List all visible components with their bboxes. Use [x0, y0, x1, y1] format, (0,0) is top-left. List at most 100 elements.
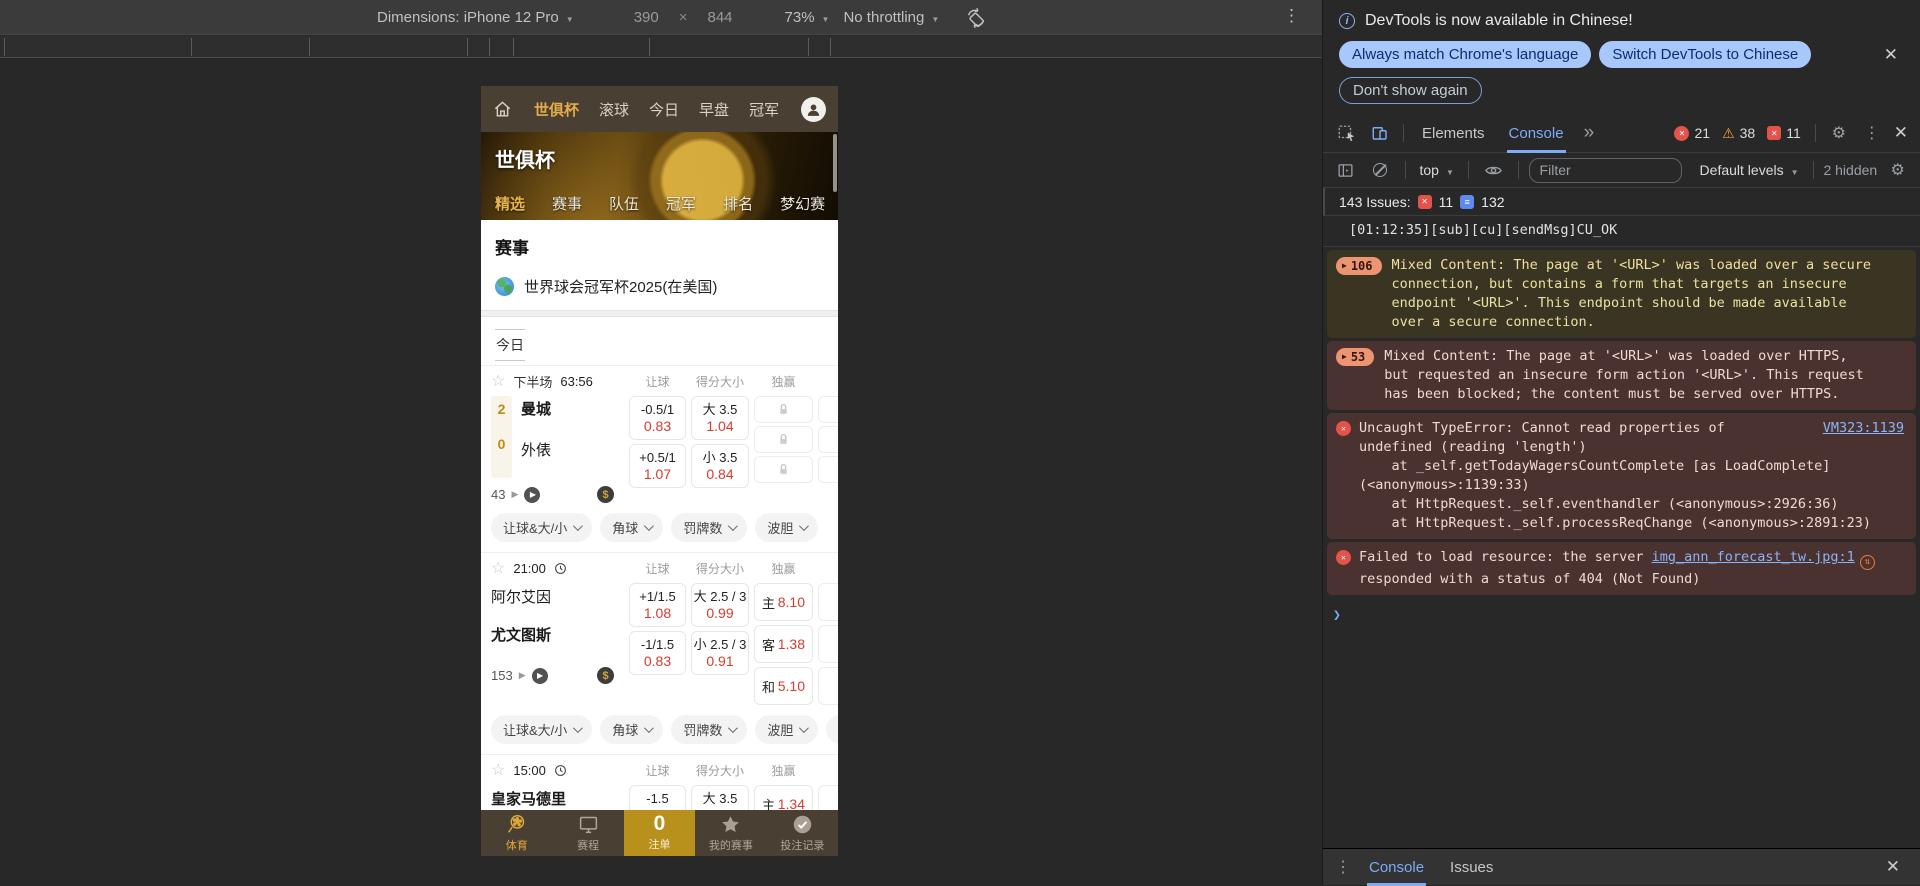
market-dropdown[interactable]: 罚牌数 — [671, 715, 747, 744]
nav-sports[interactable]: 体育 — [481, 810, 552, 856]
banner-tab-champion[interactable]: 冠军 — [666, 193, 696, 214]
issues-counter[interactable]: 11 — [1767, 125, 1801, 141]
market-dropdown[interactable]: 进球球员 — [826, 715, 838, 744]
device-selector[interactable]: Dimensions: iPhone 12 Pro — [377, 9, 574, 26]
close-devtools-icon[interactable] — [1894, 123, 1908, 143]
switch-language-button[interactable]: Switch DevTools to Chinese — [1599, 41, 1811, 68]
odds-over[interactable]: 大 2.5 / 3 0.99 — [691, 583, 749, 627]
cash-out-icon[interactable] — [597, 486, 614, 503]
zoom-selector[interactable]: 73% — [785, 9, 830, 26]
more-tabs-icon[interactable] — [1578, 122, 1599, 144]
home-team[interactable]: 皇家马德里 — [491, 785, 624, 810]
nav-schedule[interactable]: 赛程 — [552, 810, 623, 856]
clear-console-icon[interactable] — [1366, 156, 1395, 184]
favorite-star-icon[interactable] — [491, 558, 505, 578]
site-tab-early[interactable]: 早盘 — [699, 99, 729, 120]
account-avatar-icon[interactable] — [801, 97, 826, 122]
hidden-messages-count[interactable]: 2 hidden — [1823, 162, 1877, 178]
cash-out-icon[interactable] — [597, 667, 614, 684]
away-team[interactable]: 尤文图斯 — [491, 621, 624, 659]
day-tab-today[interactable]: 今日 — [495, 329, 525, 361]
more-options-icon[interactable] — [1283, 6, 1299, 26]
devtools-menu-icon[interactable] — [1858, 123, 1886, 143]
viewport-scrollbar[interactable] — [833, 134, 837, 192]
market-dropdown[interactable]: 让球&大/小 — [491, 715, 592, 744]
favorite-star-icon[interactable] — [491, 371, 505, 391]
error-counter[interactable]: 21 — [1674, 125, 1710, 141]
live-stream-icon[interactable] — [532, 668, 548, 684]
issues-bar[interactable]: 143 Issues: 11 132 — [1323, 188, 1920, 216]
market-dropdown[interactable]: 罚牌数 — [671, 513, 747, 542]
rotate-icon[interactable] — [965, 7, 987, 29]
market-dropdown[interactable]: 让球&大/小 — [491, 513, 592, 542]
odds-away-win[interactable]: 客 1.38 — [754, 625, 813, 663]
favorite-star-icon[interactable] — [491, 760, 505, 780]
tab-elements[interactable]: Elements — [1412, 114, 1495, 153]
odds-under[interactable]: 小 2.5 / 3 0.91 — [691, 631, 749, 675]
nav-my-matches[interactable]: 我的赛事 — [695, 810, 766, 856]
odds-handicap-home[interactable]: -0.5/1 0.83 — [629, 396, 686, 440]
dont-show-again-button[interactable]: Don't show again — [1339, 77, 1482, 104]
banner-tab-fantasy[interactable]: 梦幻赛 — [780, 193, 825, 214]
odds-home-win[interactable]: 主 1.34 — [754, 785, 813, 810]
site-tab-today[interactable]: 今日 — [649, 99, 679, 120]
expand-count-badge[interactable]: 53 — [1336, 348, 1374, 366]
odds-handicap-home[interactable]: -1.5 0.92 — [629, 785, 686, 810]
console-settings-gear-icon[interactable] — [1883, 156, 1912, 184]
expand-count-badge[interactable]: 106 — [1336, 257, 1382, 275]
resource-link[interactable]: img_ann_forecast_tw.jpg:1 — [1652, 549, 1855, 565]
close-drawer-icon[interactable] — [1886, 857, 1900, 877]
more-markets-count[interactable]: 43 — [491, 487, 505, 502]
odds-handicap-home[interactable]: +1/1.5 1.08 — [629, 583, 686, 627]
initiator-icon[interactable] — [1860, 555, 1875, 570]
console-filter-input[interactable] — [1529, 158, 1682, 183]
market-dropdown[interactable]: 波胆 — [755, 513, 818, 542]
device-toolbar-toggle-icon[interactable] — [1365, 119, 1395, 147]
source-location-link[interactable]: VM323:1139 — [1823, 419, 1904, 438]
more-markets-count[interactable]: 153 — [491, 668, 513, 683]
home-team[interactable]: 阿尔艾因 — [491, 583, 624, 621]
drawer-menu-icon[interactable] — [1333, 857, 1353, 877]
drawer-tab-issues[interactable]: Issues — [1440, 849, 1503, 886]
banner-tab-matches[interactable]: 赛事 — [552, 193, 582, 214]
settings-gear-icon[interactable] — [1824, 119, 1854, 147]
odds-handicap-away[interactable]: -1/1.5 0.83 — [629, 631, 686, 675]
throttling-selector[interactable]: No throttling — [843, 9, 939, 26]
odds-home-win[interactable]: 主 8.10 — [754, 583, 813, 621]
inspect-element-icon[interactable] — [1331, 119, 1361, 147]
match-language-button[interactable]: Always match Chrome's language — [1339, 41, 1591, 68]
live-expression-eye-icon[interactable] — [1479, 156, 1508, 184]
odds-under[interactable]: 小 3.5 0.84 — [691, 444, 749, 488]
viewport-width-field[interactable]: 390 — [628, 7, 665, 28]
tab-console[interactable]: Console — [1499, 114, 1574, 153]
viewport-height-field[interactable]: 844 — [701, 7, 738, 28]
site-tab-champion[interactable]: 冠军 — [749, 99, 779, 120]
market-dropdown[interactable]: 角球 — [600, 513, 663, 542]
col-header-moneyline: 独赢 — [754, 762, 813, 779]
odds-over[interactable]: 大 3.5 1.04 — [691, 396, 749, 440]
market-dropdown[interactable]: 角球 — [600, 715, 663, 744]
log-levels-selector[interactable]: Default levels — [1696, 162, 1803, 178]
console-prompt[interactable] — [1323, 598, 1920, 625]
market-dropdown[interactable]: 波胆 — [755, 715, 818, 744]
drawer-tab-console[interactable]: Console — [1359, 849, 1434, 886]
nav-bet-slip[interactable]: 0 注单 — [624, 810, 695, 856]
home-icon[interactable] — [493, 100, 512, 119]
banner-tab-featured[interactable]: 精选 — [495, 193, 525, 214]
context-selector[interactable]: top — [1415, 162, 1457, 178]
banner-tab-teams[interactable]: 队伍 — [609, 193, 639, 214]
nav-bet-records[interactable]: 投注记录 — [767, 810, 838, 856]
odds-handicap-away[interactable]: +0.5/1 1.07 — [629, 444, 686, 488]
odds-over[interactable]: 大 3.5 0.97 — [691, 785, 749, 810]
console-sidebar-icon[interactable] — [1331, 156, 1360, 184]
banner-tab-ranking[interactable]: 排名 — [723, 193, 753, 214]
home-team[interactable]: 曼城 — [521, 396, 551, 437]
site-tab-club-world-cup[interactable]: 世俱杯 — [534, 99, 579, 120]
odds-draw[interactable]: 和 5.10 — [754, 667, 813, 705]
league-row[interactable]: 世界球会冠军杯2025(在美国) — [481, 267, 838, 310]
site-tab-live[interactable]: 滚球 — [599, 99, 629, 120]
close-infobar-icon[interactable] — [1884, 45, 1898, 65]
away-team[interactable]: 外俵 — [521, 437, 551, 478]
warning-counter[interactable]: 38 — [1722, 125, 1755, 142]
live-stream-icon[interactable] — [524, 487, 540, 503]
